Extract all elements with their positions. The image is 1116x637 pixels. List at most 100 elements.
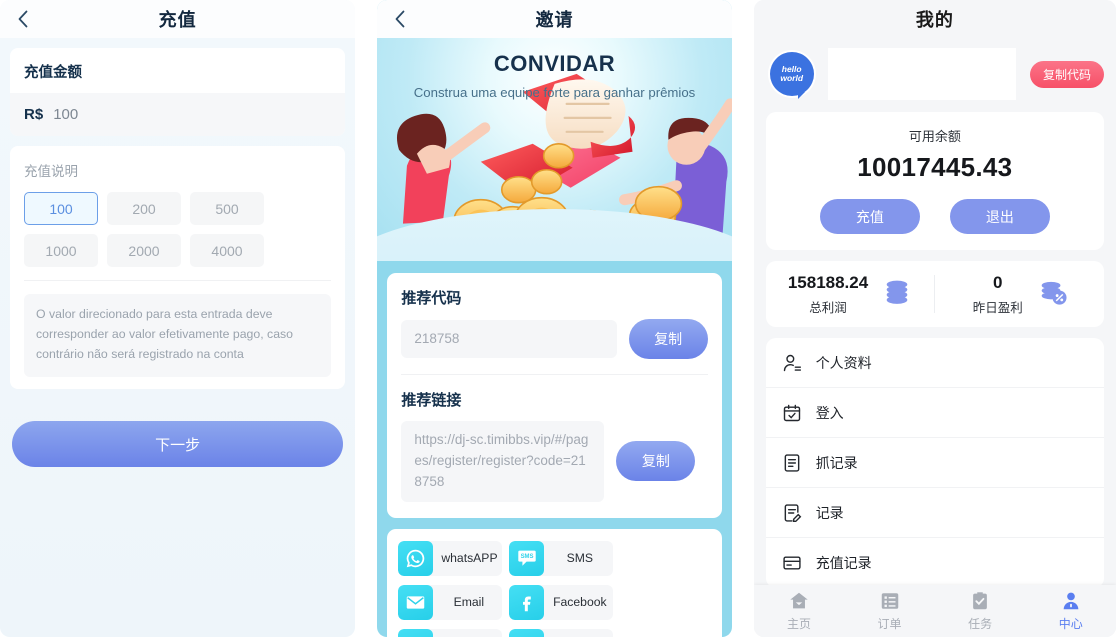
mine-menu: 个人资料登入抓记录记录充值记录	[765, 338, 1105, 588]
menu-item-label: 个人资料	[815, 354, 872, 371]
share-options: whatsAPP SMS SMS Email Facebook Twitter Telegr…	[387, 528, 722, 637]
desc-title: 充值说明	[24, 164, 78, 179]
coins-stack-icon	[882, 277, 912, 312]
page-title: 我的	[915, 10, 954, 30]
share-button-whatsapp[interactable]: whatsAPP	[398, 540, 503, 576]
recharge-notice: O valor direcionado para esta entrada de…	[24, 294, 332, 377]
share-label: Facebook	[553, 595, 607, 610]
banner-subtitle: Construa uma equipe forte para ganhar pr…	[413, 85, 696, 100]
stat-block: 0 昨日盈利	[935, 273, 1104, 316]
logout-button[interactable]: 退出	[949, 199, 1050, 234]
copy-code-button[interactable]: 复制	[628, 319, 708, 359]
link-row: https://dj-sc.timibbs.vip/#/pages/regist…	[401, 421, 707, 502]
recharge-topbar: 充值	[0, 0, 356, 38]
mine-topbar: 我的	[753, 0, 1116, 38]
user-profile-icon	[782, 353, 802, 373]
facebook-icon	[509, 584, 545, 620]
share-label: Email	[453, 595, 485, 610]
copy-invite-code-button[interactable]: 复制代码	[1030, 60, 1105, 88]
tab-label: 主页	[786, 617, 811, 631]
person-icon	[1060, 590, 1082, 612]
tab-中心[interactable]: 中心	[1025, 590, 1116, 632]
home-icon	[788, 590, 810, 612]
username-box	[827, 48, 1016, 100]
menu-item-3[interactable]: 记录	[765, 488, 1105, 538]
invite-topbar: 邀请	[377, 0, 732, 38]
stat-label: 总利润	[809, 300, 847, 315]
tab-任务[interactable]: 任务	[935, 590, 1026, 632]
chevron-left-icon[interactable]	[14, 10, 32, 28]
amount-chip[interactable]: 100	[24, 192, 98, 225]
invite-code-card: 推荐代码 218758 复制 推荐链接 https://dj-sc.timibb…	[387, 273, 722, 518]
share-button-facebook[interactable]: Facebook	[509, 584, 614, 620]
amount-chip[interactable]: 500	[190, 192, 264, 225]
divider	[401, 374, 708, 375]
avatar-line-2: world	[780, 73, 804, 83]
stat-block: 158188.24 总利润	[766, 273, 935, 316]
code-row: 218758 复制	[401, 319, 708, 359]
recharge-screen: 充值 充值金额 R$ 100 充值说明 100 200 500 1000 2000 400…	[0, 0, 356, 637]
profile-row: hello world 复制代码	[754, 38, 1116, 112]
stats-card: 158188.24 总利润 0 昨日盈利	[765, 261, 1105, 327]
balance-label: 可用余额	[908, 129, 961, 144]
clipboard-check-icon	[969, 590, 991, 612]
menu-item-0[interactable]: 个人资料	[765, 338, 1105, 388]
menu-item-2[interactable]: 抓记录	[765, 438, 1105, 488]
chevron-left-icon[interactable]	[391, 10, 409, 28]
invite-banner: CONVIDAR Construa uma equipe forte para …	[377, 38, 732, 261]
mine-screen: 我的 hello world 复制代码 可用余额 10017445.43 充值 退…	[753, 0, 1116, 637]
amount-input[interactable]: R$ 100	[10, 93, 346, 136]
share-button-email[interactable]: Email	[398, 584, 503, 620]
screenshot-stage: 充值 充值金额 R$ 100 充值说明 100 200 500 1000 2000 400…	[0, 0, 1116, 637]
recharge-footer-space	[10, 467, 345, 637]
amount-chip-group: 100 200 500 1000 2000 4000	[24, 192, 332, 281]
menu-item-1[interactable]: 登入	[765, 388, 1105, 438]
amount-chip[interactable]: 200	[107, 192, 181, 225]
share-label: SMS	[566, 551, 594, 566]
invite-screen: 邀请 CONVIDAR Construa uma equipe forte pa…	[377, 0, 732, 637]
share-button-telegram[interactable]: Telegram	[509, 628, 614, 637]
calendar-check-icon	[782, 403, 802, 423]
page-title: 邀请	[535, 10, 574, 30]
tab-主页[interactable]: 主页	[754, 590, 845, 632]
menu-item-label: 登入	[815, 404, 844, 421]
next-step-button[interactable]: 下一步	[12, 421, 344, 467]
card-record-icon	[782, 553, 802, 573]
stat-text: 0 昨日盈利	[973, 273, 1023, 316]
coins-percent-icon	[1037, 277, 1067, 312]
code-heading: 推荐代码	[401, 290, 462, 307]
link-heading: 推荐链接	[401, 392, 462, 409]
amount-chip[interactable]: 4000	[190, 234, 264, 267]
amount-chip[interactable]: 1000	[24, 234, 98, 267]
tab-label: 订单	[877, 617, 902, 631]
telegram-icon	[509, 628, 545, 637]
amount-card: 充值金额 R$ 100	[10, 48, 346, 136]
referral-code-value[interactable]: 218758	[401, 319, 617, 359]
balance-value: 10017445.43	[857, 152, 1013, 182]
document-edit-icon	[782, 503, 802, 523]
balance-actions: 充值 退出	[778, 199, 1092, 234]
copy-link-button[interactable]: 复制	[616, 441, 696, 482]
stat-label: 昨日盈利	[972, 300, 1023, 315]
tab-订单[interactable]: 订单	[844, 590, 935, 632]
recharge-button[interactable]: 充值	[819, 199, 920, 234]
recharge-body: 充值金额 R$ 100 充值说明 100 200 500 1000 2000 4000 O…	[0, 38, 356, 637]
share-button-twitter[interactable]: Twitter	[398, 628, 503, 637]
whatsapp-icon	[398, 540, 434, 576]
menu-item-label: 充值记录	[815, 555, 872, 571]
menu-item-4[interactable]: 充值记录	[766, 538, 1104, 588]
referral-link-value[interactable]: https://dj-sc.timibbs.vip/#/pages/regist…	[401, 421, 605, 502]
amount-chip[interactable]: 2000	[107, 234, 181, 267]
tab-label: 中心	[1058, 617, 1083, 631]
menu-item-label: 抓记录	[815, 454, 858, 471]
avatar[interactable]: hello world	[769, 52, 814, 99]
twitter-icon	[398, 628, 434, 637]
share-label: whatsAPP	[441, 551, 498, 566]
recharge-desc-card: 充值说明 100 200 500 1000 2000 4000 O valor direc…	[10, 146, 346, 389]
share-button-sms[interactable]: SMS SMS	[509, 540, 614, 576]
amount-value: 100	[53, 106, 79, 123]
document-lines-icon	[782, 453, 802, 473]
amount-label: 充值金额	[24, 65, 82, 81]
banner-title: CONVIDAR	[493, 51, 616, 76]
